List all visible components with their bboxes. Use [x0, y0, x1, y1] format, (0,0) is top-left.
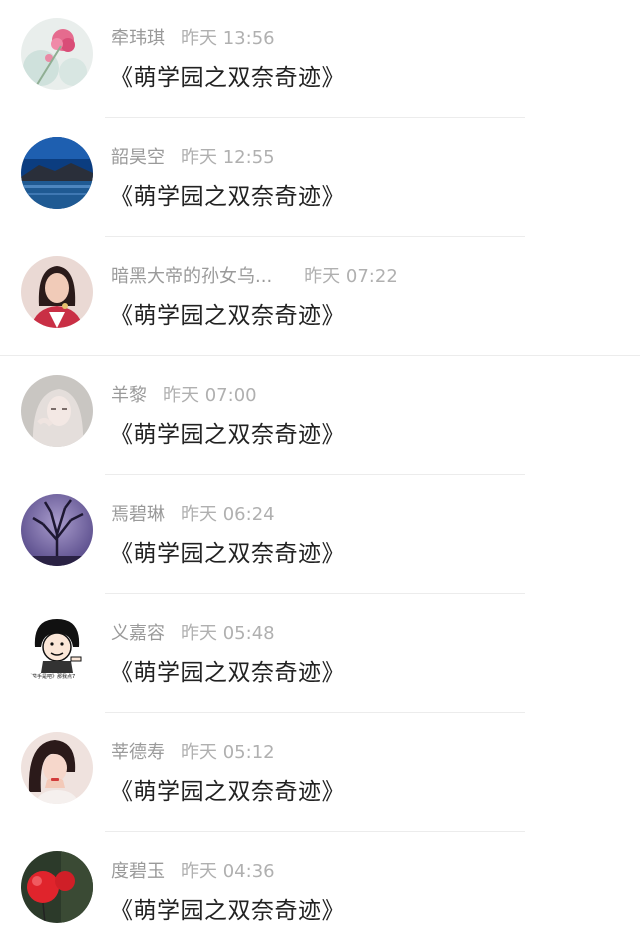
- comment-meta: 羊黎 昨天 07:00: [111, 381, 257, 407]
- divider: [105, 712, 525, 713]
- comment-text: 《萌学园之双奈奇迹》: [110, 184, 345, 210]
- comment-text: 《萌学园之双奈奇迹》: [110, 65, 345, 91]
- avatar[interactable]: [21, 494, 93, 566]
- comment-text: 《萌学园之双奈奇迹》: [110, 779, 345, 805]
- timestamp: 昨天 06:24: [181, 504, 275, 525]
- comment-row[interactable]: 羊黎 昨天 07:00 《萌学园之双奈奇迹》: [0, 357, 640, 476]
- comment-text: 《萌学园之双奈奇迹》: [110, 303, 345, 329]
- divider: [0, 355, 640, 356]
- divider: [105, 474, 525, 475]
- avatar[interactable]: [21, 375, 93, 447]
- divider: [105, 117, 525, 118]
- comment-row[interactable]: 韶昊空 昨天 12:55 《萌学园之双奈奇迹》: [0, 119, 640, 238]
- avatar[interactable]: [21, 732, 93, 804]
- woman-avatar-icon: [21, 256, 93, 328]
- flower-avatar-icon: [21, 18, 93, 90]
- username[interactable]: 牵玮琪: [111, 28, 165, 49]
- comment-text: 《萌学园之双奈奇迹》: [110, 898, 345, 924]
- comment-row[interactable]: 莘德寿 昨天 05:12 《萌学园之双奈奇迹》: [0, 714, 640, 833]
- avatar[interactable]: [21, 137, 93, 209]
- username[interactable]: 暗黑大帝的孙女乌...: [111, 266, 272, 287]
- timestamp: 昨天 12:55: [181, 147, 275, 168]
- avatar[interactable]: [21, 18, 93, 90]
- username[interactable]: 韶昊空: [111, 147, 165, 168]
- divider: [105, 236, 525, 237]
- comment-text: 《萌学园之双奈奇迹》: [110, 660, 345, 686]
- timestamp: 昨天 05:48: [181, 623, 275, 644]
- girl-avatar-icon: [21, 732, 93, 804]
- avatar[interactable]: [21, 851, 93, 923]
- comment-meta: 焉碧琳 昨天 06:24: [111, 500, 275, 526]
- avatar-caption: 《举手是吧》那我点7: [27, 674, 76, 680]
- username[interactable]: 度碧玉: [111, 861, 165, 882]
- divider: [105, 831, 525, 832]
- divider: [105, 593, 525, 594]
- avatar[interactable]: [21, 256, 93, 328]
- comment-text: 《萌学园之双奈奇迹》: [110, 422, 345, 448]
- username[interactable]: 莘德寿: [111, 742, 165, 763]
- timestamp: 昨天 07:22: [304, 266, 398, 287]
- comment-row[interactable]: 焉碧琳 昨天 06:24 《萌学园之双奈奇迹》: [0, 476, 640, 595]
- comment-row[interactable]: 牵玮琪 昨天 13:56 《萌学园之双奈奇迹》: [0, 0, 640, 119]
- comment-meta: 莘德寿 昨天 05:12: [111, 738, 275, 764]
- comment-list: 牵玮琪 昨天 13:56 《萌学园之双奈奇迹》 韶昊空 昨天 12:55 《萌学园之…: [0, 0, 640, 945]
- username[interactable]: 羊黎: [111, 385, 147, 406]
- comment-meta: 牵玮琪 昨天 13:56: [111, 24, 275, 50]
- comment-meta: 韶昊空 昨天 12:55: [111, 143, 275, 169]
- comment-meta: 义嘉容 昨天 05:48: [111, 619, 275, 645]
- comment-text: 《萌学园之双奈奇迹》: [110, 541, 345, 567]
- comment-meta: 暗黑大帝的孙女乌... 昨天 07:22: [111, 262, 398, 288]
- blonde-girl-avatar-icon: [21, 375, 93, 447]
- tree-avatar-icon: [21, 494, 93, 566]
- comment-row[interactable]: 度碧玉 昨天 04:36 《萌学园之双奈奇迹》: [0, 833, 640, 952]
- comment-row[interactable]: 《举手是吧》那我点7 义嘉容 昨天 05:48 《萌学园之双奈奇迹》: [0, 595, 640, 714]
- comment-meta: 度碧玉 昨天 04:36: [111, 857, 275, 883]
- lake-avatar-icon: [21, 137, 93, 209]
- timestamp: 昨天 13:56: [181, 28, 275, 49]
- username[interactable]: 义嘉容: [111, 623, 165, 644]
- avatar[interactable]: 《举手是吧》那我点7: [21, 613, 93, 685]
- comment-row[interactable]: 暗黑大帝的孙女乌... 昨天 07:22 《萌学园之双奈奇迹》: [0, 238, 640, 357]
- timestamp: 昨天 05:12: [181, 742, 275, 763]
- timestamp: 昨天 04:36: [181, 861, 275, 882]
- red-balloon-avatar-icon: [21, 851, 93, 923]
- timestamp: 昨天 07:00: [163, 385, 257, 406]
- username[interactable]: 焉碧琳: [111, 504, 165, 525]
